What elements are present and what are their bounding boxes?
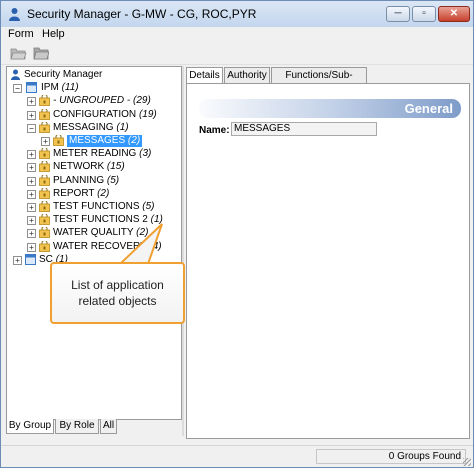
expand-icon[interactable]: + [27, 216, 36, 226]
tree-root-label: Security Manager [24, 69, 103, 80]
expand-icon[interactable]: + [27, 97, 36, 107]
folder-lock-icon [39, 187, 50, 199]
folder-lock-icon [39, 214, 50, 226]
tree-node-label: - UNGROUPED - (29) [53, 95, 151, 107]
folder-lock-icon [39, 121, 50, 133]
collapse-icon[interactable]: − [13, 84, 22, 93]
node-name: REPORT [53, 187, 95, 199]
node-name: CONFIGURATION [53, 108, 137, 120]
tab-by-group[interactable]: By Group [6, 419, 54, 434]
node-count: (11) [61, 82, 79, 93]
security-manager-window: Security Manager - G-MW - CG, ROC,PYR ─ … [0, 0, 474, 468]
node-count: (5) [142, 201, 155, 212]
tab-details[interactable]: Details [186, 67, 223, 83]
callout-pointer [118, 223, 163, 266]
tree-node-label: MESSAGING (1) [53, 122, 129, 134]
groups-found-text: 0 Groups Found [388, 451, 461, 462]
open-icon[interactable] [10, 45, 27, 60]
node-name: NETWORK [53, 161, 105, 173]
node-count: (1) [116, 121, 129, 133]
callout-line-2: related objects [78, 294, 157, 308]
title-bar[interactable]: Security Manager - G-MW - CG, ROC,PYR ─ … [1, 1, 473, 27]
section-banner: General [199, 99, 461, 118]
minimize-button[interactable]: ─ [386, 6, 410, 22]
folder-lock-icon [53, 135, 64, 146]
name-label: Name: [199, 125, 230, 136]
tab-by-role[interactable]: By Role [55, 419, 99, 434]
node-name: MESSAGING [53, 121, 114, 133]
node-name: PLANNING [53, 174, 105, 186]
status-bar: 0 Groups Found [1, 445, 473, 467]
folder-lock-icon [39, 201, 50, 212]
expand-icon[interactable]: + [27, 229, 36, 239]
user-icon [11, 69, 20, 80]
panel-splitter[interactable] [182, 66, 184, 436]
close-button[interactable]: ✕ [438, 6, 470, 22]
folder-lock-icon [39, 108, 50, 120]
expand-icon[interactable]: + [13, 255, 22, 265]
user-icon [9, 8, 20, 21]
collapse-icon[interactable]: − [27, 123, 36, 133]
tab-authority[interactable]: Authority [224, 67, 270, 83]
tab-all[interactable]: All [100, 419, 117, 434]
expand-icon[interactable]: + [27, 176, 36, 186]
tree-node-label: PLANNING (5) [53, 175, 119, 187]
folder-lock-icon [39, 240, 50, 252]
expand-icon[interactable]: + [27, 203, 36, 212]
expand-icon[interactable]: + [27, 110, 36, 120]
close-icon: ✕ [449, 8, 459, 19]
resize-grip-icon[interactable] [463, 458, 471, 466]
expand-icon[interactable]: + [27, 189, 36, 199]
tree-node-label: MESSAGES (2) [67, 135, 143, 147]
tree-node-label: METER READING (3) [53, 148, 151, 160]
save-icon[interactable] [32, 45, 49, 60]
expand-icon[interactable]: + [27, 242, 36, 252]
node-count: (29) [133, 95, 151, 107]
tree-node-label: IPM (11) [41, 82, 79, 94]
menu-bar: Form Help [1, 27, 473, 42]
application-icon [26, 82, 37, 93]
tree-node-label: REPORT (2) [53, 188, 109, 200]
node-name: - UNGROUPED - [53, 95, 131, 107]
status-cell: 0 Groups Found [316, 449, 466, 464]
tree-node-label: CONFIGURATION (19) [53, 109, 157, 121]
menu-form[interactable]: Form [8, 28, 34, 40]
section-title: General [404, 101, 453, 116]
window-title: Security Manager - G-MW - CG, ROC,PYR [27, 7, 257, 21]
node-name: MESSAGES [69, 135, 126, 146]
menu-help[interactable]: Help [42, 28, 65, 40]
maximize-button[interactable]: ▫ [412, 6, 436, 22]
maximize-icon: ▫ [422, 8, 426, 19]
expand-icon[interactable]: + [41, 137, 50, 146]
folder-lock-icon [39, 161, 50, 173]
annotation-callout: List of application related objects [50, 262, 185, 324]
node-name: TEST FUNCTIONS [53, 201, 140, 212]
toolbar [1, 42, 473, 65]
folder-lock-icon [39, 148, 50, 160]
minimize-icon: ─ [394, 8, 402, 19]
name-field[interactable]: MESSAGES [231, 122, 377, 136]
tree-node-label: NETWORK (15) [53, 161, 125, 173]
node-count: (15) [106, 161, 125, 173]
expand-icon[interactable]: + [27, 163, 36, 173]
tab-functions-sub-groups[interactable]: Functions/Sub-Groups [271, 67, 367, 96]
folder-lock-icon [39, 227, 50, 239]
callout-line-1: List of application [71, 278, 164, 292]
node-count: (2) [97, 187, 110, 199]
expand-icon[interactable]: + [27, 150, 36, 160]
node-name: METER READING [53, 148, 137, 160]
application-icon [25, 253, 36, 265]
tree-node-label: TEST FUNCTIONS (5) [53, 201, 155, 213]
folder-lock-icon [39, 174, 50, 186]
node-count: (19) [138, 108, 157, 120]
node-count: (3) [139, 148, 152, 160]
details-panel: General Name: MESSAGES [186, 83, 470, 439]
node-name: IPM [41, 82, 59, 93]
node-count: (5) [106, 174, 120, 186]
folder-lock-icon [39, 95, 50, 107]
node-count: (2) [127, 135, 141, 146]
